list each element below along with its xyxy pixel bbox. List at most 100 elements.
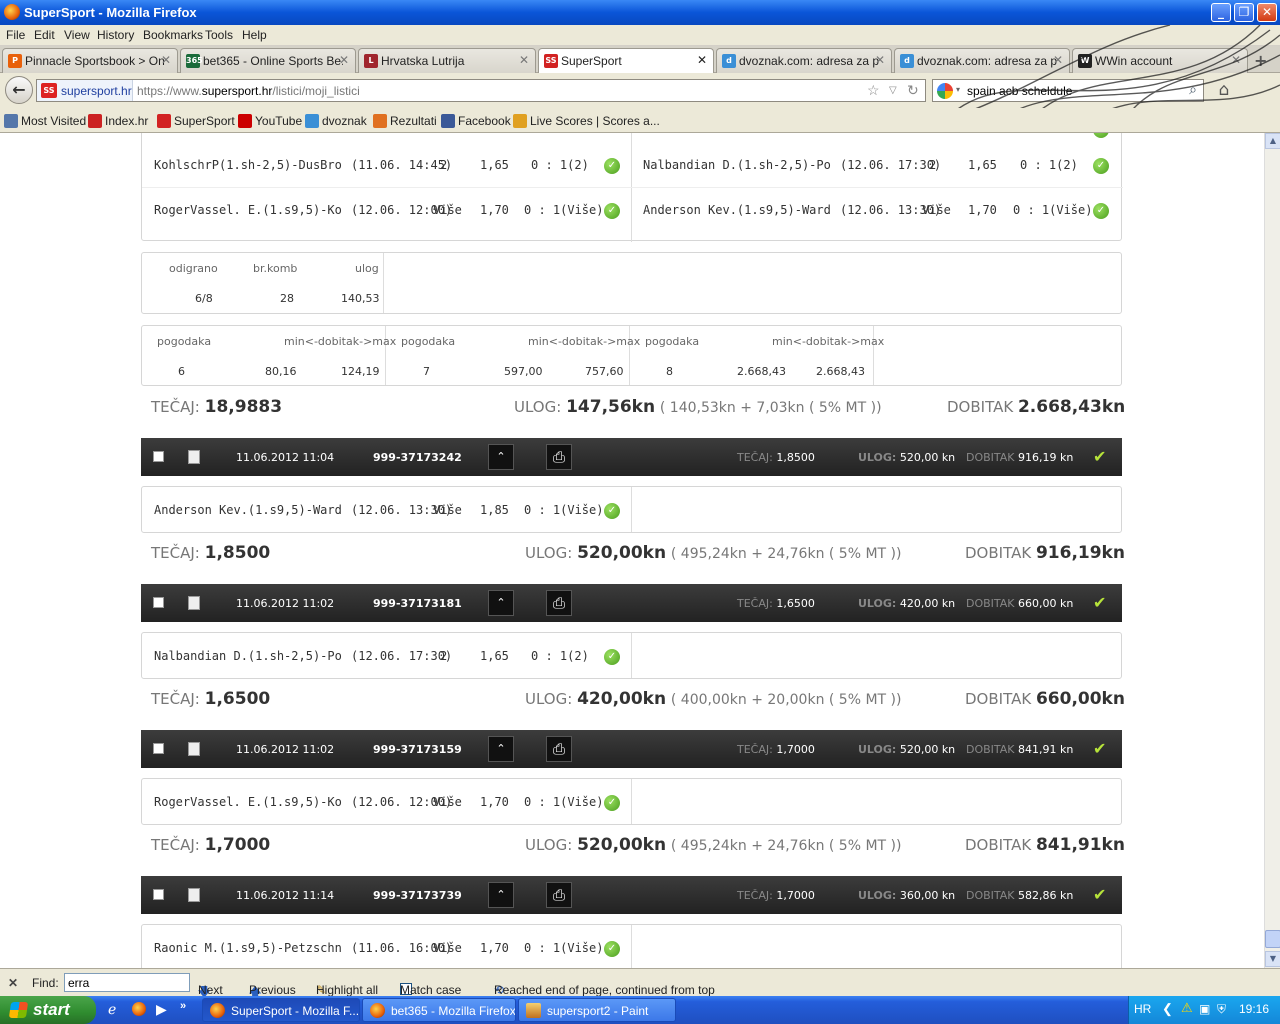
quick-launch-ie-icon[interactable]: ℯ	[108, 1001, 116, 1018]
back-button[interactable]: ←	[5, 76, 33, 104]
maximize-button[interactable]: ❐	[1234, 3, 1254, 22]
bookmark-facebook[interactable]: Facebook	[441, 114, 511, 128]
collapse-icon[interactable]: ⌃	[488, 736, 514, 762]
ticket-header-bar[interactable]: 11.06.2012 11:14 999-37173739 ⌃ ⎙ TEČAJ:…	[141, 876, 1122, 914]
ticket-select-checkbox[interactable]	[153, 889, 164, 900]
menu-help[interactable]: Help	[242, 28, 267, 42]
match-case-label: Match case	[400, 983, 462, 997]
scroll-down-arrow-icon[interactable]: ▼	[1265, 951, 1280, 967]
print-icon[interactable]: ⎙	[546, 590, 572, 616]
close-tab-icon[interactable]: ✕	[1231, 53, 1241, 67]
close-tab-icon[interactable]: ✕	[1053, 53, 1063, 67]
ticket-header-bar[interactable]: 11.06.2012 11:02 999-37173159 ⌃ ⎙ TEČAJ:…	[141, 730, 1122, 768]
quick-launch-firefox-icon[interactable]	[132, 1002, 146, 1016]
match-odd: 1,65	[480, 158, 509, 172]
menu-tools[interactable]: Tools	[205, 28, 233, 42]
close-tab-icon[interactable]: ✕	[519, 53, 529, 67]
collapse-icon[interactable]: ⌃	[488, 882, 514, 908]
bookmark-live-scores[interactable]: Live Scores | Scores a...	[513, 114, 660, 128]
tray-arrow-icon[interactable]: ❮	[1162, 1001, 1173, 1017]
close-tab-icon[interactable]: ✕	[697, 53, 707, 67]
close-find-bar-icon[interactable]: ✕	[8, 976, 18, 990]
bar-ulog: ULOG: 360,00 kn	[858, 889, 955, 902]
tab-wwin[interactable]: W WWin account ✕	[1072, 48, 1248, 73]
home-icon[interactable]: ⌂	[1212, 80, 1236, 102]
document-icon[interactable]	[188, 888, 200, 902]
new-tab-icon[interactable]: +	[1254, 51, 1267, 70]
tab-bet365[interactable]: 365 bet365 - Online Sports Be... ✕	[180, 48, 356, 73]
google-icon[interactable]	[937, 83, 953, 99]
close-tab-icon[interactable]: ✕	[161, 53, 171, 67]
tab-label: dvoznak.com: adresa za p...	[917, 54, 1057, 68]
task-supersport[interactable]: SuperSport - Mozilla F...	[202, 998, 360, 1022]
print-icon[interactable]: ⎙	[546, 736, 572, 762]
ticket-select-checkbox[interactable]	[153, 451, 164, 462]
close-tab-icon[interactable]: ✕	[875, 53, 885, 67]
search-engine-dropdown-icon[interactable]: ▾	[956, 85, 960, 94]
search-bar[interactable]: ▾ ⌕	[932, 79, 1204, 102]
print-icon[interactable]: ⎙	[546, 882, 572, 908]
tab-dvoznak-2[interactable]: d dvoznak.com: adresa za p... ✕	[894, 48, 1070, 73]
quick-launch-media-icon[interactable]: ▶	[156, 1001, 167, 1018]
language-indicator[interactable]: HR	[1134, 1002, 1151, 1016]
collapse-icon[interactable]: ⌃	[488, 590, 514, 616]
close-tab-icon[interactable]: ✕	[339, 53, 349, 67]
menu-file[interactable]: File	[6, 28, 25, 42]
ticket-select-checkbox[interactable]	[153, 743, 164, 754]
print-icon[interactable]: ⎙	[546, 444, 572, 470]
scrollbar-thumb[interactable]	[1265, 930, 1280, 948]
site-identity-button[interactable]: SS supersport.hr	[37, 80, 133, 101]
vertical-scrollbar[interactable]: ▲ ▼	[1264, 133, 1280, 968]
start-button[interactable]: start	[0, 996, 96, 1024]
tab-hrvatska-lutrija[interactable]: L Hrvatska Lutrija ✕	[358, 48, 536, 73]
url-dropdown-icon[interactable]: ▽	[889, 85, 897, 96]
collapse-icon[interactable]: ⌃	[488, 444, 514, 470]
ticket-matches-panel: ✓ KohlschrP(1.sh-2,5)-DusBro (11.06. 14:…	[141, 133, 1123, 242]
bar-dobitak: DOBITAK 660,00 kn	[966, 597, 1073, 610]
warning-icon[interactable]: ⚠	[1181, 1000, 1193, 1016]
scroll-up-arrow-icon[interactable]: ▲	[1265, 133, 1280, 149]
menu-edit[interactable]: Edit	[34, 28, 55, 42]
shield-icon[interactable]: ⛨	[1217, 1002, 1226, 1017]
document-icon[interactable]	[188, 596, 200, 610]
menu-view[interactable]: View	[64, 28, 90, 42]
ticket-header-bar[interactable]: 11.06.2012 11:02 999-37173181 ⌃ ⎙ TEČAJ:…	[141, 584, 1122, 622]
url-bar[interactable]: SS supersport.hr https://www.supersport.…	[36, 79, 926, 102]
ticket-header-bar[interactable]: 11.06.2012 11:04 999-37173242 ⌃ ⎙ TEČAJ:…	[141, 438, 1122, 476]
wins-panel: pogodaka min<-dobitak->max 6 80,16 124,1…	[141, 325, 1122, 386]
pogodaka-value: 8	[666, 365, 673, 378]
ticket-id[interactable]: 999-37173739	[373, 889, 462, 902]
menu-history[interactable]: History	[97, 28, 134, 42]
url-text[interactable]: https://www.supersport.hr/listici/moji_l…	[137, 84, 360, 98]
close-button[interactable]: ✕	[1257, 3, 1277, 22]
bookmark-most-visited[interactable]: Most Visited	[4, 114, 86, 128]
ticket-id[interactable]: 999-37173159	[373, 743, 462, 756]
tab-pinnacle[interactable]: P Pinnacle Sportsbook > Onl... ✕	[2, 48, 178, 73]
task-bet365[interactable]: bet365 - Mozilla Firefox	[362, 998, 516, 1022]
ticket-id[interactable]: 999-37173242	[373, 451, 462, 464]
menu-bookmarks[interactable]: Bookmarks	[143, 28, 203, 42]
search-input[interactable]	[967, 82, 1177, 99]
network-icon[interactable]: ▣	[1199, 1002, 1210, 1016]
window-title-bar[interactable]: SuperSport - Mozilla Firefox _ ❐ ✕	[0, 0, 1280, 25]
search-icon[interactable]: ⌕	[1189, 81, 1197, 98]
bookmark-youtube[interactable]: YouTube	[238, 114, 302, 128]
tab-dvoznak-1[interactable]: d dvoznak.com: adresa za p... ✕	[716, 48, 892, 73]
minimize-button[interactable]: _	[1211, 3, 1231, 22]
document-icon[interactable]	[188, 742, 200, 756]
task-paint[interactable]: supersport2 - Paint	[518, 998, 676, 1022]
bookmark-star-icon[interactable]: ☆	[867, 82, 880, 99]
bookmark-supersport[interactable]: SuperSport	[157, 114, 235, 128]
find-input[interactable]	[64, 973, 190, 992]
tab-supersport[interactable]: SS SuperSport ✕	[538, 48, 714, 74]
bookmark-dvoznak[interactable]: dvoznak	[305, 114, 367, 128]
match-odd: 1,65	[480, 649, 509, 663]
bookmark-index[interactable]: Index.hr	[88, 114, 148, 128]
ticket-id[interactable]: 999-37173181	[373, 597, 462, 610]
reload-icon[interactable]: ↻	[907, 82, 919, 99]
pogodaka-label: pogodaka	[157, 335, 212, 348]
document-icon[interactable]	[188, 450, 200, 464]
ticket-select-checkbox[interactable]	[153, 597, 164, 608]
quick-launch-more-icon[interactable]: »	[180, 1000, 186, 1012]
bookmark-rezultati[interactable]: Rezultati	[373, 114, 437, 128]
